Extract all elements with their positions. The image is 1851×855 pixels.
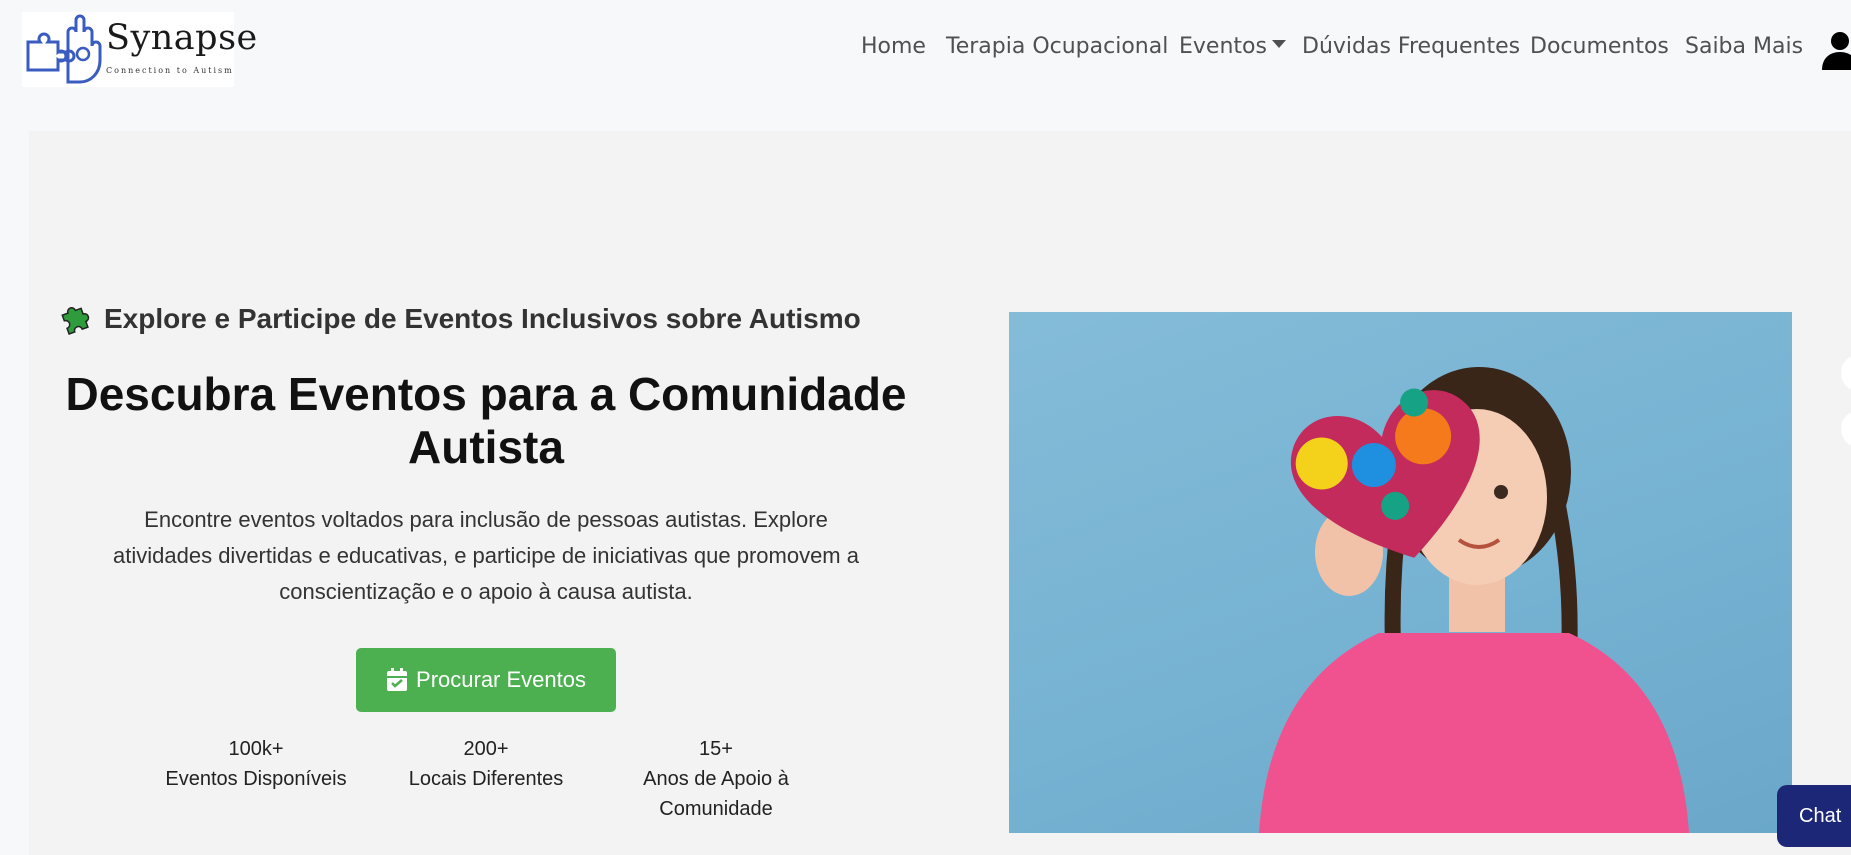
stat-label: Locais Diferentes	[408, 768, 564, 790]
nav-saiba-mais[interactable]: Saiba Mais	[1685, 34, 1803, 59]
navbar: Synapse Connection to Autism Home Terapi…	[0, 0, 1851, 105]
nav-eventos-dropdown[interactable]: Eventos	[1179, 34, 1286, 59]
nav-home[interactable]: Home	[861, 34, 926, 59]
main-nav: Home Terapia Ocupacional Eventos Dúvidas…	[0, 34, 1851, 70]
nav-eventos-label: Eventos	[1179, 34, 1267, 59]
calendar-check-icon	[387, 668, 408, 691]
caret-down-icon	[1271, 40, 1286, 48]
stat-eventos: 100k+ Eventos Disponíveis	[156, 734, 356, 794]
procurar-eventos-button[interactable]: Procurar Eventos	[356, 648, 616, 712]
procurar-eventos-label: Procurar Eventos	[416, 667, 586, 692]
nav-documentos[interactable]: Documentos	[1530, 34, 1669, 59]
stat-value: 100k+	[228, 738, 284, 760]
stat-anos: 15+ Anos de Apoio à Comunidade	[616, 734, 816, 824]
hero-description: Encontre eventos voltados para inclusão …	[113, 507, 859, 604]
user-icon[interactable]	[1820, 30, 1851, 70]
stat-locais: 200+ Locais Diferentes	[386, 734, 586, 794]
girl-with-puzzle-heart-image	[1259, 367, 1689, 833]
hero-kicker: Explore e Participe de Eventos Inclusivo…	[58, 303, 958, 338]
hero-kicker-text: Explore e Participe de Eventos Inclusivo…	[104, 303, 861, 334]
hero-headline: Descubra Eventos para a Comunidade Autis…	[65, 368, 907, 473]
stat-value: 15+	[699, 738, 733, 760]
puzzle-piece-icon	[61, 306, 90, 335]
stat-value: 200+	[463, 738, 509, 760]
stat-label: Eventos Disponíveis	[165, 768, 347, 790]
chat-button[interactable]: Chat	[1777, 785, 1851, 847]
nav-duvidas-frequentes[interactable]: Dúvidas Frequentes	[1302, 34, 1520, 59]
nav-terapia-ocupacional[interactable]: Terapia Ocupacional	[946, 34, 1168, 59]
hero-photo-girl-puzzle-heart	[1009, 312, 1792, 833]
stat-label: Anos de Apoio à Comunidade	[643, 768, 789, 820]
